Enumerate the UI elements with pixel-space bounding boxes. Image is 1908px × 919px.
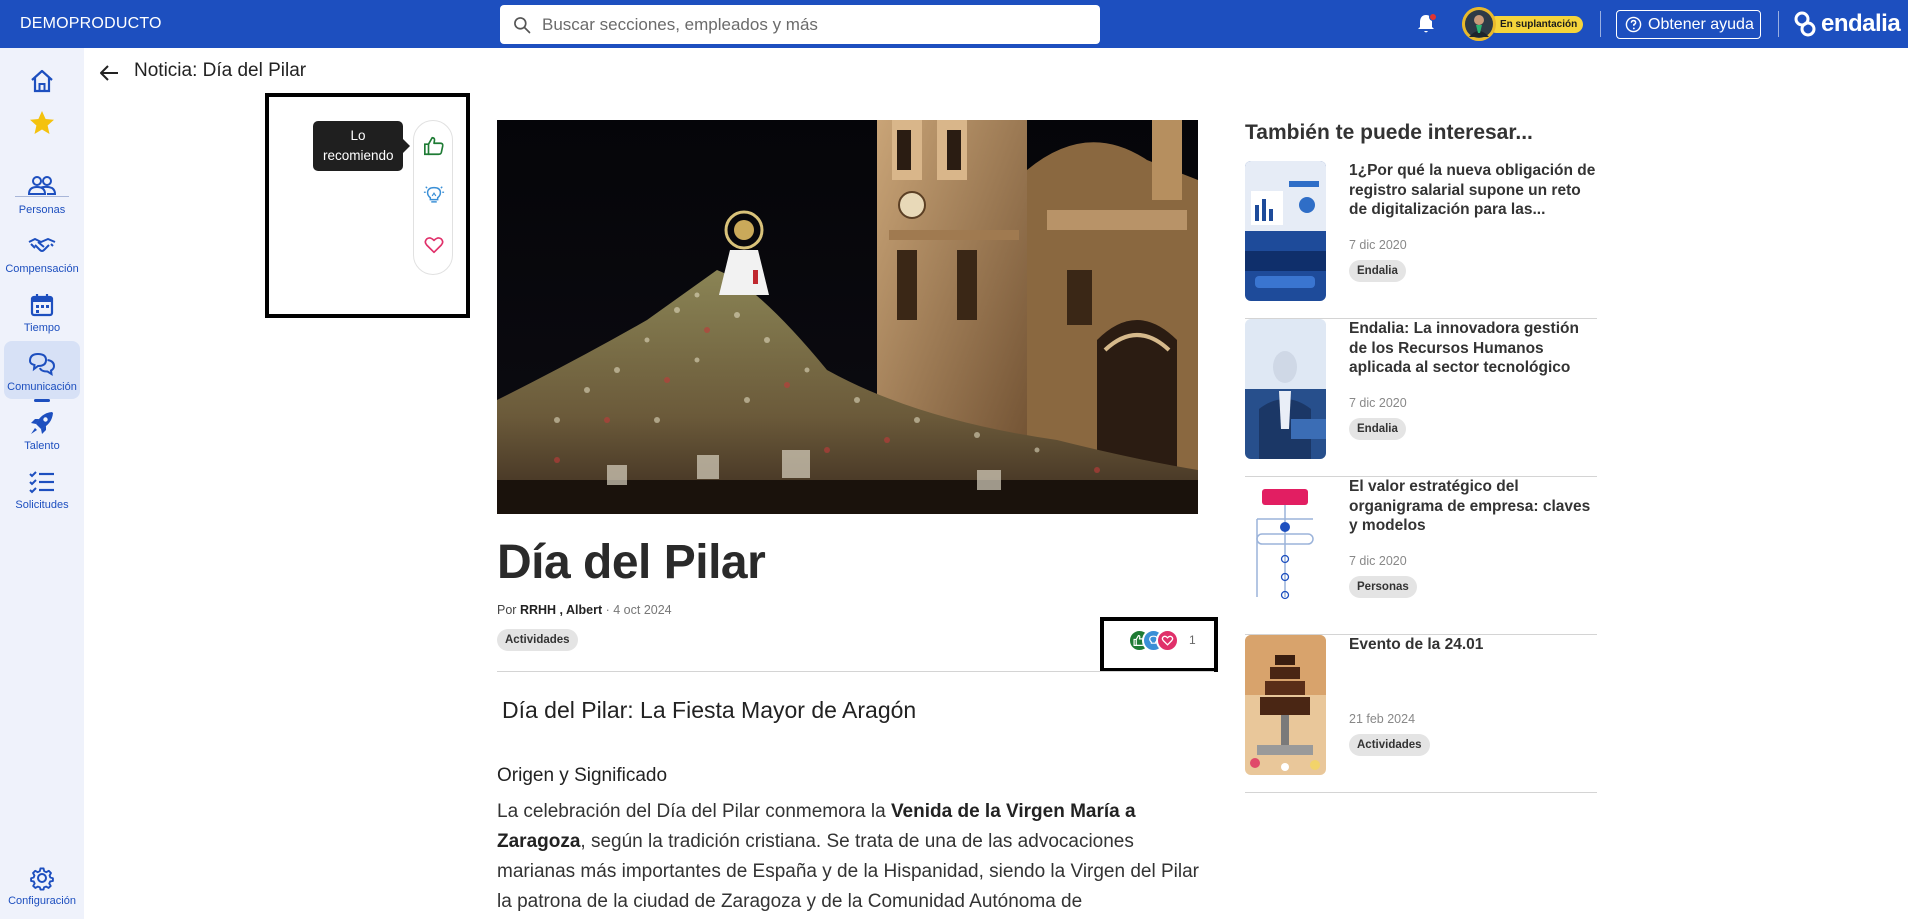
reaction-tooltip: Lo recomiendo [313, 121, 410, 171]
paragraph-text: , según la tradición cristiana. Se trata… [497, 831, 1199, 912]
sidebar-item-talento[interactable]: Talento [4, 400, 80, 458]
home-icon [31, 69, 53, 93]
paragraph-text: La celebración del Día del Pilar conmemo… [497, 801, 891, 822]
help-icon [1625, 16, 1642, 33]
article-hero-image [497, 120, 1198, 514]
help-button[interactable]: Obtener ayuda [1616, 10, 1761, 39]
logo-text: endalia [1821, 10, 1901, 37]
endalia-logo-icon [1794, 11, 1816, 37]
related-thumbnail [1245, 635, 1326, 775]
related-item-tag[interactable]: Endalia [1349, 418, 1406, 440]
related-item-tag[interactable]: Endalia [1349, 260, 1406, 282]
article-paragraph: La celebración del Día del Pilar conmemo… [497, 797, 1207, 917]
sidebar-item-tiempo[interactable]: Tiempo [4, 282, 80, 340]
sidebar-item-label: Personas [18, 204, 66, 216]
notifications-button[interactable] [1414, 12, 1438, 36]
star-icon [30, 111, 54, 134]
avatar [1462, 7, 1496, 41]
heart-icon[interactable] [423, 234, 445, 256]
related-item[interactable]: El valor estratégico del organigrama de … [1245, 477, 1597, 635]
related-item-tag[interactable]: Actividades [1349, 734, 1430, 756]
chat-icon [28, 352, 56, 376]
sidebar-item-label: Configuración [8, 895, 76, 907]
sidebar: Personas Compensación Tiempo Comunicació… [0, 48, 84, 919]
search-input[interactable] [542, 14, 1082, 35]
sidebar-item-label: Solicitudes [15, 499, 69, 511]
related-item-title[interactable]: El valor estratégico del organigrama de … [1349, 477, 1597, 536]
category-tag[interactable]: Actividades [497, 629, 578, 651]
checklist-icon [29, 471, 54, 494]
divider [1600, 11, 1601, 37]
related-item-title[interactable]: Endalia: La innovadora gestión de los Re… [1349, 319, 1597, 378]
divider [1778, 11, 1779, 37]
heart-icon [1156, 628, 1179, 652]
author-name[interactable]: RRHH , Albert [520, 603, 602, 617]
company-name[interactable]: DEMOPRODUCTO [20, 15, 162, 33]
top-bar: DEMOPRODUCTO En suplantación Obtener ayu… [0, 0, 1908, 48]
article-title: Día del Pilar [497, 536, 766, 589]
byline-prefix: Por [497, 603, 517, 617]
sidebar-item-label: Talento [24, 440, 60, 452]
related-item-date: 7 dic 2020 [1349, 238, 1407, 252]
search-box[interactable] [500, 5, 1100, 44]
sidebar-item-home[interactable] [4, 58, 80, 102]
lightbulb-icon[interactable] [423, 184, 445, 206]
publish-date: · 4 oct 2024 [605, 603, 672, 617]
reaction-count: 1 [1189, 633, 1196, 647]
related-item-title[interactable]: 1¿Por qué la nueva obligación de registr… [1349, 161, 1597, 220]
related-item[interactable]: Endalia: La innovadora gestión de los Re… [1245, 319, 1597, 477]
sidebar-item-label: Compensación [5, 263, 79, 275]
thumbs-up-icon[interactable] [423, 135, 445, 157]
related-item-date: 21 feb 2024 [1349, 712, 1416, 726]
user-menu[interactable]: En suplantación [1462, 7, 1584, 41]
rocket-icon [31, 412, 53, 434]
impersonation-badge: En suplantación [1488, 16, 1584, 33]
page-title: Noticia: Día del Pilar [134, 60, 307, 81]
handshake-icon [28, 238, 56, 252]
related-thumbnail [1245, 161, 1326, 301]
reaction-picker [413, 120, 453, 275]
related-item[interactable]: Evento de la 24.01 21 feb 2024 Actividad… [1245, 635, 1597, 793]
related-item-title[interactable]: Evento de la 24.01 [1349, 635, 1597, 655]
notification-dot [1429, 13, 1437, 21]
sidebar-item-solicitudes[interactable]: Solicitudes [4, 459, 80, 517]
sidebar-item-personas[interactable]: Personas [4, 164, 80, 222]
related-thumbnail [1245, 477, 1326, 617]
related-section-title: También te puede interesar... [1245, 121, 1533, 144]
endalia-logo[interactable]: endalia [1792, 9, 1901, 39]
related-item-date: 7 dic 2020 [1349, 396, 1407, 410]
sidebar-item-label: Tiempo [23, 322, 61, 334]
article-heading: Día del Pilar: La Fiesta Mayor de Aragón [502, 697, 917, 723]
related-item[interactable]: 1¿Por qué la nueva obligación de registr… [1245, 161, 1597, 319]
back-arrow-icon[interactable] [98, 62, 120, 84]
help-button-label: Obtener ayuda [1648, 15, 1754, 33]
sidebar-item-compensacion[interactable]: Compensación [4, 223, 80, 281]
tooltip-text: Lo recomiendo [323, 128, 394, 163]
sidebar-item-comunicacion[interactable]: Comunicación [4, 341, 80, 402]
sidebar-item-label: Comunicación [7, 381, 77, 393]
article-byline: Por RRHH , Albert · 4 oct 2024 [497, 603, 672, 617]
divider [497, 671, 1214, 672]
sidebar-item-configuracion[interactable]: Configuración [4, 855, 80, 913]
reaction-summary[interactable]: 1 [1128, 627, 1196, 653]
gear-icon [30, 867, 54, 891]
search-icon [514, 16, 531, 33]
calendar-icon [30, 294, 54, 317]
related-thumbnail [1245, 319, 1326, 459]
related-item-tag[interactable]: Personas [1349, 576, 1417, 598]
article-subheading: Origen y Significado [497, 765, 668, 786]
people-icon [27, 176, 57, 195]
related-item-date: 7 dic 2020 [1349, 554, 1407, 568]
sidebar-item-favorites[interactable] [4, 100, 80, 144]
